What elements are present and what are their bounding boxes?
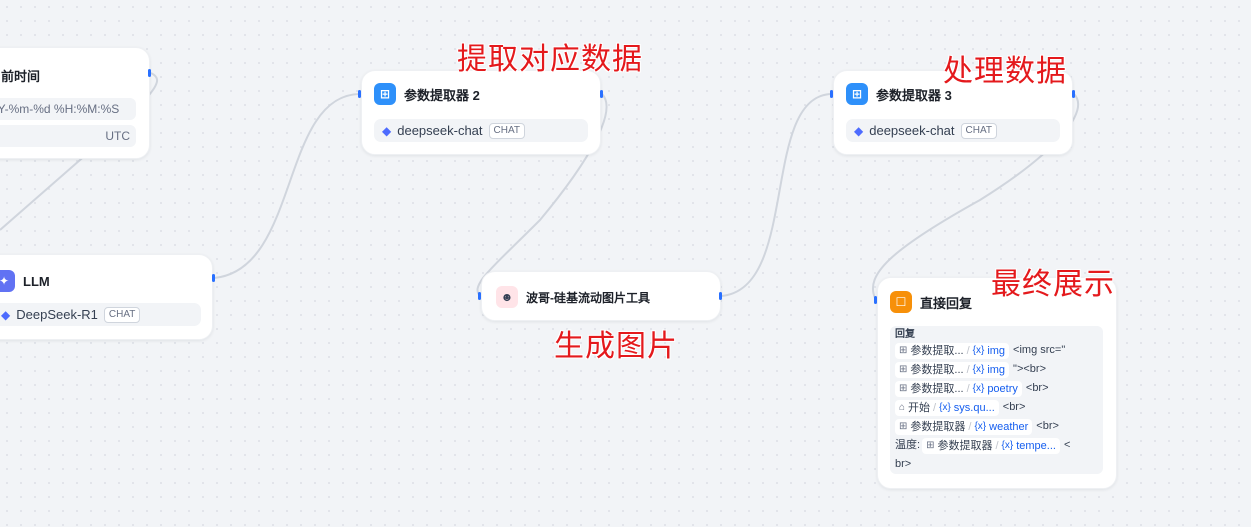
- reply-line: ⊞ 参数提取... / {x} poetry <br>: [895, 379, 1098, 398]
- variable-name: img: [987, 363, 1006, 376]
- variable-tag: ⊞ 参数提取... / {x} img: [895, 361, 1010, 378]
- param-extractor-icon: ⊞: [899, 420, 908, 432]
- variable-node: 参数提取...: [910, 344, 964, 357]
- variable-name: sys.qu...: [953, 401, 995, 414]
- variable-icon: {x}: [972, 382, 985, 394]
- reply-line: ⊞ 参数提取... / {x} img "><br>: [895, 360, 1098, 379]
- variable-tag: ⊞ 参数提取... / {x} img: [895, 342, 1010, 359]
- variable-tag: ⊞ 参数提取器 / {x} weather: [895, 418, 1033, 435]
- param3-model-name: deepseek-chat: [869, 123, 955, 138]
- variable-icon: {x}: [972, 344, 985, 356]
- node-time-title: 前时间: [1, 69, 41, 84]
- variable-name: tempe...: [1016, 439, 1056, 452]
- reply-line-temperature: 温度: ⊞ 参数提取器 / {x} tempe... <: [895, 436, 1098, 455]
- variable-icon: {x}: [972, 363, 985, 375]
- timezone-field: UTC: [0, 125, 136, 147]
- time-format-value: %Y-%m-%d %H:%M:%S: [0, 102, 120, 116]
- reply-lines: ⊞ 参数提取... / {x} img <img src=" ⊞ 参数提取... / {x} img…: [895, 341, 1098, 436]
- whale-icon: ◆: [382, 123, 392, 138]
- variable-name: weather: [989, 420, 1029, 433]
- node-param3-title: 参数提取器 3: [876, 87, 952, 103]
- llm-model-name: DeepSeek-R1: [16, 307, 98, 322]
- variable-tag: ⊞ 参数提取器 / {x} tempe...: [922, 437, 1060, 454]
- reply-text: <br>: [1002, 401, 1026, 413]
- wire-llm-to-param2: [213, 93, 361, 279]
- variable-node: 参数提取器: [937, 439, 993, 452]
- variable-tag: ⊞ 参数提取... / {x} poetry: [895, 380, 1022, 397]
- param-extractor-icon: ⊞: [899, 382, 908, 394]
- llm-icon: ✦: [0, 270, 15, 292]
- reply-line-wrap: br>: [895, 455, 1098, 474]
- llm-output-handle[interactable]: [212, 274, 215, 282]
- reply-line: ⊞ 参数提取器 / {x} weather <br>: [895, 417, 1098, 436]
- param-extractor-icon: ⊞: [926, 439, 935, 451]
- node-param2-title: 参数提取器 2: [404, 87, 480, 103]
- param-extractor-icon: ⊞: [899, 363, 908, 375]
- variable-icon: {x}: [1001, 439, 1014, 451]
- param2-chat-badge: CHAT: [488, 122, 525, 139]
- time-format-field: %Y-%m-%d %H:%M:%S: [0, 98, 136, 120]
- reply-line: ⊞ 参数提取... / {x} img <img src=": [895, 341, 1098, 360]
- node-tool-title: 波哥-硅基流动图片工具: [526, 290, 650, 305]
- node-llm[interactable]: ✦ LLM ◆ DeepSeek-R1 CHAT: [0, 254, 213, 340]
- reply-content[interactable]: 回复 ⊞ 参数提取... / {x} img <img src=" ⊞ 参数提取... / {x}…: [890, 326, 1103, 474]
- reply-text: br>: [895, 458, 912, 470]
- timezone-value: UTC: [105, 129, 130, 143]
- robot-icon: ☻: [496, 286, 518, 308]
- annotation-extract: 提取对应数据: [457, 43, 643, 76]
- param-extractor-icon: ⊞: [846, 83, 868, 105]
- param2-output-handle[interactable]: [600, 90, 603, 98]
- reply-text: <: [1063, 439, 1071, 451]
- param2-model-selector[interactable]: ◆ deepseek-chat CHAT: [374, 119, 588, 142]
- reply-text: <img src=": [1013, 344, 1066, 356]
- variable-tag: ⌂ 开始 / {x} sys.qu...: [895, 399, 999, 416]
- param2-input-handle[interactable]: [358, 90, 361, 98]
- wire-tool-to-param3: [720, 93, 833, 297]
- reply-label: 回复: [895, 329, 915, 340]
- variable-node: 参数提取...: [910, 382, 964, 395]
- reply-text: <br>: [1025, 382, 1049, 394]
- reply-text: <br>: [1036, 420, 1059, 432]
- whale-icon: ◆: [1, 307, 11, 322]
- param-extractor-icon: ⊞: [899, 344, 908, 356]
- node-current-time[interactable]: 前时间 %Y-%m-%d %H:%M:%S UTC: [0, 47, 150, 159]
- home-icon: ⌂: [899, 401, 906, 413]
- variable-name: poetry: [987, 382, 1018, 395]
- node-answer-title: 直接回复: [920, 295, 973, 311]
- annotation-process: 处理数据: [943, 55, 1067, 88]
- variable-icon: {x}: [939, 401, 951, 413]
- whale-icon: ◆: [854, 123, 864, 138]
- variable-node: 参数提取器: [910, 420, 966, 433]
- temperature-label: 温度:: [895, 439, 921, 451]
- annotation-final: 最终展示: [991, 268, 1115, 301]
- reply-icon: ☐: [890, 291, 912, 313]
- param3-chat-badge: CHAT: [960, 122, 997, 139]
- annotation-generate: 生成图片: [554, 330, 678, 363]
- llm-model-selector[interactable]: ◆ DeepSeek-R1 CHAT: [0, 303, 201, 326]
- tool-input-handle[interactable]: [478, 292, 481, 300]
- variable-node: 参数提取...: [910, 363, 964, 376]
- reply-text: "><br>: [1013, 363, 1047, 375]
- variable-node: 开始: [908, 401, 931, 414]
- node-param-extractor-2[interactable]: ⊞ 参数提取器 2 ◆ deepseek-chat CHAT: [361, 70, 601, 155]
- node-llm-title: LLM: [23, 273, 50, 289]
- param3-model-selector[interactable]: ◆ deepseek-chat CHAT: [846, 119, 1060, 142]
- variable-name: img: [987, 344, 1006, 357]
- param3-input-handle[interactable]: [830, 90, 833, 98]
- variable-icon: {x}: [974, 420, 987, 432]
- param-extractor-icon: ⊞: [374, 83, 396, 105]
- llm-chat-badge: CHAT: [103, 306, 141, 323]
- node-image-tool[interactable]: ☻ 波哥-硅基流动图片工具: [481, 271, 721, 321]
- param2-model-name: deepseek-chat: [397, 123, 483, 138]
- reply-line: ⌂ 开始 / {x} sys.qu... <br>: [895, 398, 1098, 417]
- param3-output-handle[interactable]: [1072, 90, 1075, 98]
- time-output-handle[interactable]: [148, 69, 151, 77]
- answer-input-handle[interactable]: [874, 296, 877, 304]
- tool-output-handle[interactable]: [719, 292, 722, 300]
